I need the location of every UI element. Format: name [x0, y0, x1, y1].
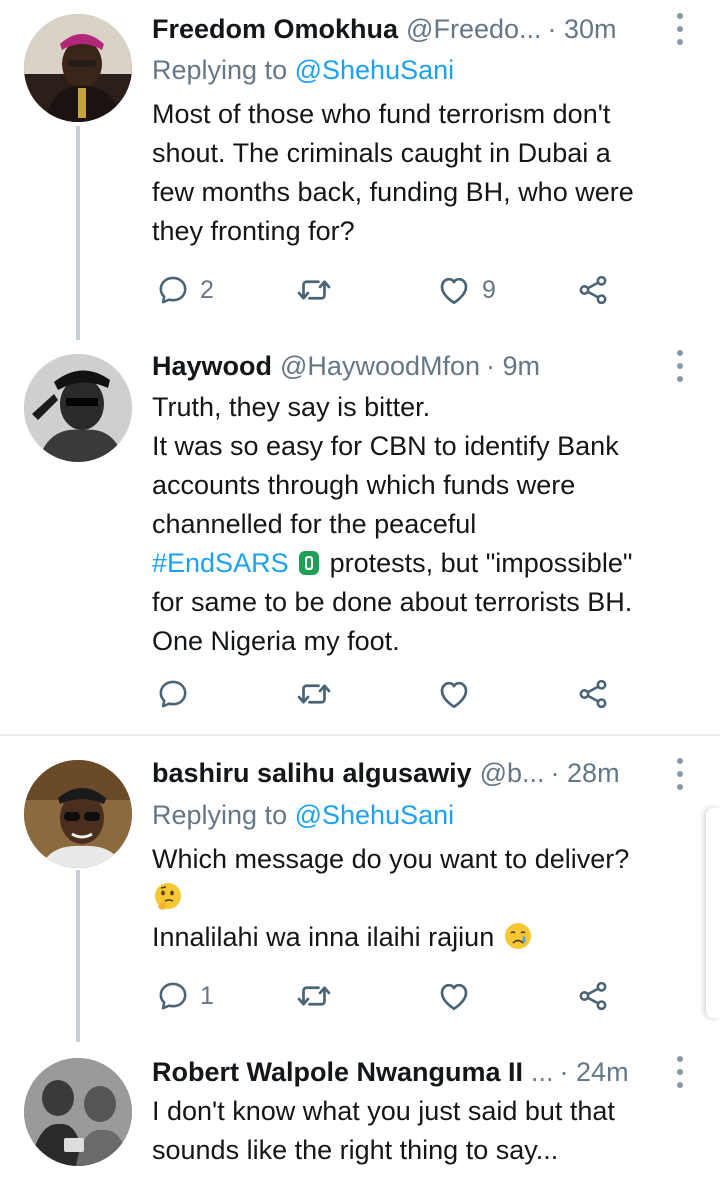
text-line: Innalilahi wa inna ilaihi rajiun [152, 918, 690, 957]
text-line: accounts through which funds were [152, 470, 576, 500]
avatar[interactable] [24, 760, 132, 868]
more-vertical-icon[interactable] [676, 13, 684, 45]
mention-link[interactable]: @ShehuSani [295, 800, 455, 830]
retweet-button[interactable] [296, 270, 332, 310]
retweet-icon [296, 978, 332, 1014]
retweet-icon [296, 676, 332, 712]
text-segment: protests, but "impossible" [329, 548, 633, 578]
like-button[interactable] [436, 976, 482, 1016]
tweet[interactable]: bashiru salihu algusawiy @b... · 28m Rep… [0, 736, 720, 1042]
like-button[interactable] [436, 674, 482, 714]
text-line: Which message do you want to deliver? [152, 844, 630, 874]
raised-fist-emoji-icon [299, 551, 320, 575]
reply-count: 1 [200, 981, 214, 1010]
share-button[interactable] [576, 976, 610, 1016]
reply-icon [156, 677, 190, 711]
reply-button[interactable]: 2 [156, 270, 214, 310]
timestamp[interactable]: · 24m [560, 1052, 629, 1092]
share-icon [576, 979, 610, 1013]
more-vertical-icon[interactable] [676, 758, 684, 790]
display-name[interactable]: Freedom Omokhua [152, 9, 398, 49]
text-line: One Nigeria my foot. [152, 626, 400, 656]
text-line: I don't know what you just said but that [152, 1096, 615, 1126]
tweet-text: Which message do you want to deliver? In… [152, 840, 690, 957]
text-line: shout. The criminals caught in Dubai a [152, 138, 611, 168]
tweet-header: Robert Walpole Nwanguma II ... · 24m [152, 1052, 680, 1092]
share-button[interactable] [576, 270, 610, 310]
text-line: sounds like the right thing to say... [152, 1135, 559, 1165]
timestamp[interactable]: · 9m [486, 346, 540, 386]
more-vertical-icon[interactable] [676, 350, 684, 382]
text-line: they fronting for? [152, 216, 355, 246]
reply-button[interactable] [156, 674, 200, 714]
heart-icon [436, 978, 472, 1014]
display-name[interactable]: Robert Walpole Nwanguma II [152, 1052, 523, 1092]
text-line: Truth, they say is bitter. [152, 392, 431, 422]
text-line: few months back, funding BH, who were [152, 177, 634, 207]
tweet[interactable]: Robert Walpole Nwanguma II ... · 24m I d… [0, 1042, 720, 1188]
text-line [152, 879, 690, 918]
like-button[interactable]: 9 [436, 270, 496, 310]
tweet-header: Haywood @HaywoodMfon · 9m [152, 346, 680, 386]
handle[interactable]: @HaywoodMfon [280, 346, 480, 386]
tweet-header: bashiru salihu algusawiy @b... · 28m [152, 753, 680, 793]
reply-icon [156, 979, 190, 1013]
handle[interactable]: @Freedo... [406, 9, 541, 49]
text-line: channelled for the peaceful [152, 509, 477, 539]
display-name[interactable]: Haywood [152, 346, 272, 386]
reply-icon [156, 273, 190, 307]
text-segment: Innalilahi wa inna ilaihi rajiun [152, 922, 495, 952]
thinking-face-emoji-icon [155, 883, 181, 910]
avatar[interactable] [24, 354, 132, 462]
tweet-text: Most of those who fund terrorism don't s… [152, 95, 690, 251]
tweet[interactable]: Freedom Omokhua @Freedo... · 30m Replyin… [0, 0, 720, 340]
action-bar [156, 674, 616, 714]
retweet-button[interactable] [296, 674, 332, 714]
replying-to: Replying to @ShehuSani [152, 796, 454, 834]
mention-link[interactable]: @ShehuSani [295, 55, 455, 85]
like-count: 9 [482, 275, 496, 304]
timestamp[interactable]: · 30m [548, 9, 617, 49]
replying-prefix: Replying to [152, 800, 288, 830]
retweet-icon [296, 272, 332, 308]
heart-icon [436, 676, 472, 712]
timestamp[interactable]: · 28m [551, 753, 620, 793]
text-line: It was so easy for CBN to identify Bank [152, 431, 619, 461]
thread-line [76, 870, 80, 1042]
crying-face-emoji-icon [504, 923, 531, 949]
handle[interactable]: @b... [480, 753, 545, 793]
text-line: for same to be done about terrorists BH. [152, 587, 633, 617]
heart-icon [436, 272, 472, 308]
handle[interactable]: ... [531, 1052, 554, 1092]
retweet-button[interactable] [296, 976, 332, 1016]
scrollbar-thumb[interactable] [706, 808, 720, 1018]
avatar[interactable] [24, 14, 132, 122]
tweet-text: Truth, they say is bitter. It was so eas… [152, 388, 690, 661]
action-bar: 2 9 [156, 270, 616, 310]
replying-prefix: Replying to [152, 55, 288, 85]
hashtag-link[interactable]: #EndSARS [152, 548, 289, 578]
avatar[interactable] [24, 1058, 132, 1166]
tweet-text: I don't know what you just said but that… [152, 1092, 690, 1170]
action-bar: 1 [156, 976, 616, 1016]
share-button[interactable] [576, 674, 610, 714]
more-vertical-icon[interactable] [676, 1056, 684, 1088]
text-line: #EndSARS protests, but "impossible" [152, 544, 690, 583]
text-line: Most of those who fund terrorism don't [152, 99, 611, 129]
thread-line [76, 126, 80, 340]
reply-count: 2 [200, 275, 214, 304]
reply-button[interactable]: 1 [156, 976, 214, 1016]
display-name[interactable]: bashiru salihu algusawiy [152, 753, 472, 793]
share-icon [576, 273, 610, 307]
replying-to: Replying to @ShehuSani [152, 51, 454, 89]
tweet[interactable]: Haywood @HaywoodMfon · 9m Truth, they sa… [0, 340, 720, 734]
share-icon [576, 677, 610, 711]
tweet-header: Freedom Omokhua @Freedo... · 30m [152, 9, 680, 49]
